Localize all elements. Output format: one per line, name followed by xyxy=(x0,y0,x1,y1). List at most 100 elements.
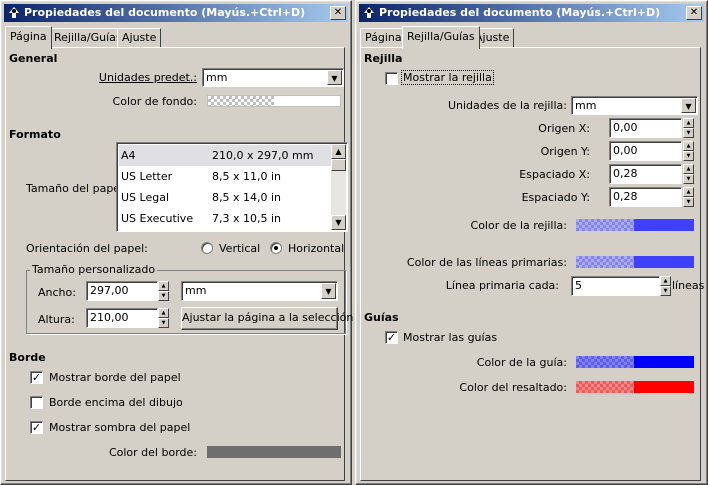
border-color-button[interactable] xyxy=(207,446,341,458)
spin-up-icon[interactable]: ▲ xyxy=(158,308,169,318)
show-shadow-label: Mostrar sombra del papel xyxy=(49,421,191,434)
tab-page[interactable]: Página xyxy=(5,26,52,49)
fit-page-to-selection-button[interactable]: Ajustar la página a la selección xyxy=(181,307,353,330)
list-item[interactable]: A4 210,0 x 297,0 mm xyxy=(119,145,331,166)
grid-units-dropdown[interactable]: mm ▼ xyxy=(571,96,698,115)
default-units-dropdown[interactable]: mm ▼ xyxy=(202,68,344,87)
height-label: Altura: xyxy=(38,313,75,326)
list-item[interactable]: US Executive 7,3 x 10,5 in xyxy=(119,208,331,229)
spacing-x-input[interactable]: 0,28 xyxy=(609,164,682,184)
custom-units-dropdown[interactable]: mm ▼ xyxy=(181,281,338,301)
spacing-y-spinner[interactable]: ▲ ▼ xyxy=(683,187,694,207)
show-border-checkbox[interactable]: ✓ xyxy=(30,371,43,384)
spin-up-icon[interactable]: ▲ xyxy=(683,164,694,174)
grid-color-button[interactable] xyxy=(576,219,694,231)
spin-down-icon[interactable]: ▼ xyxy=(683,174,694,184)
height-spinner[interactable]: ▲ ▼ xyxy=(158,308,169,328)
grid-heading: Rejilla xyxy=(364,52,403,65)
orientation-label: Orientación del papel: xyxy=(26,242,148,255)
list-item[interactable]: US Legal 8,5 x 14,0 in xyxy=(119,187,331,208)
major-grid-color-button[interactable] xyxy=(576,256,694,268)
spacing-y-input[interactable]: 0,28 xyxy=(609,187,682,207)
major-every-label: Línea primaria cada: xyxy=(445,279,559,292)
highlight-color-button[interactable] xyxy=(576,381,694,393)
tab-snap[interactable]: Ajuste xyxy=(117,28,162,48)
paper-list-scrollbar[interactable]: ▲ ▼ xyxy=(331,144,346,230)
page-tab-panel: General Unidades predet.: mm ▼ Color de … xyxy=(5,47,353,481)
spin-up-icon[interactable]: ▲ xyxy=(683,118,694,128)
spin-down-icon[interactable]: ▼ xyxy=(158,291,169,301)
spin-up-icon[interactable]: ▲ xyxy=(158,281,169,291)
inkscape-icon xyxy=(364,7,374,18)
guide-color-button[interactable] xyxy=(576,356,694,368)
title-bar[interactable]: Propiedades del documento (Mayús.+Ctrl+D… xyxy=(359,4,704,22)
scroll-down-icon[interactable]: ▼ xyxy=(331,215,346,230)
close-button[interactable]: ✕ xyxy=(686,6,702,20)
spin-up-icon[interactable]: ▲ xyxy=(660,276,671,286)
spacing-x-spinner[interactable]: ▲ ▼ xyxy=(683,164,694,184)
major-every-input[interactable]: 5 xyxy=(571,276,660,296)
spin-down-icon[interactable]: ▼ xyxy=(683,151,694,161)
default-units-value: mm xyxy=(206,71,228,84)
border-on-top-label: Borde encima del dibujo xyxy=(49,396,183,409)
grid-units-label: Unidades de la rejilla: xyxy=(447,99,567,112)
show-grid-checkbox[interactable] xyxy=(385,72,398,85)
list-item[interactable]: US Letter 8,5 x 11,0 in xyxy=(119,166,331,187)
tab-page[interactable]: Página xyxy=(360,28,407,48)
width-input[interactable]: 297,00 xyxy=(86,281,158,301)
spin-up-icon[interactable]: ▲ xyxy=(683,187,694,197)
spin-up-icon[interactable]: ▲ xyxy=(683,141,694,151)
border-on-top-checkbox[interactable] xyxy=(30,396,43,409)
orientation-vertical-radio[interactable] xyxy=(201,242,213,254)
show-grid-label: Mostrar la rejilla xyxy=(401,70,494,85)
show-guides-checkbox[interactable]: ✓ xyxy=(385,331,398,344)
orientation-horizontal-radio[interactable] xyxy=(270,242,282,254)
major-every-spinner[interactable]: ▲ ▼ xyxy=(660,276,671,296)
origin-x-label: Origen X: xyxy=(538,122,590,135)
orientation-horizontal-label: Horizontal xyxy=(288,242,345,255)
border-heading: Borde xyxy=(9,351,46,364)
close-icon: ✕ xyxy=(333,7,343,18)
origin-x-spinner[interactable]: ▲ ▼ xyxy=(683,118,694,138)
tab-grid-guides[interactable]: Rejilla/Guías xyxy=(402,26,480,49)
spin-down-icon[interactable]: ▼ xyxy=(660,286,671,296)
width-spinner[interactable]: ▲ ▼ xyxy=(158,281,169,301)
spacing-y-label: Espaciado Y: xyxy=(521,191,590,204)
show-border-label: Mostrar borde del papel xyxy=(49,371,181,384)
scrollbar-thumb[interactable] xyxy=(331,159,346,171)
transparency-checker xyxy=(576,219,634,231)
transparency-checker xyxy=(576,256,634,268)
origin-y-label: Origen Y: xyxy=(540,145,590,158)
origin-y-spinner[interactable]: ▲ ▼ xyxy=(683,141,694,161)
background-color-button[interactable] xyxy=(207,95,341,107)
default-units-label: Unidades predet.: xyxy=(98,71,197,84)
scroll-up-icon[interactable]: ▲ xyxy=(331,144,346,159)
origin-y-input[interactable]: 0,00 xyxy=(609,141,682,161)
tab-grid-guides[interactable]: Rejilla/Guías xyxy=(49,28,127,48)
major-every-unit: líneas xyxy=(672,279,705,292)
spin-down-icon[interactable]: ▼ xyxy=(158,318,169,328)
custom-units-value: mm xyxy=(185,284,207,297)
custom-size-label: Tamaño personalizado xyxy=(30,263,158,276)
width-label: Ancho: xyxy=(38,286,76,299)
guide-color-label: Color de la guía: xyxy=(476,356,567,369)
show-shadow-checkbox[interactable]: ✓ xyxy=(30,421,43,434)
height-input[interactable]: 210,00 xyxy=(86,308,158,328)
close-button[interactable]: ✕ xyxy=(330,6,346,20)
window-title: Propiedades del documento (Mayús.+Ctrl+D… xyxy=(24,6,306,19)
spin-down-icon[interactable]: ▼ xyxy=(683,197,694,207)
paper-size-list[interactable]: A4 210,0 x 297,0 mm US Letter 8,5 x 11,0 i… xyxy=(116,142,348,232)
chevron-down-icon: ▼ xyxy=(681,98,696,113)
major-color-label: Color de las líneas primarias: xyxy=(406,256,567,269)
grid-color-label: Color de la rejilla: xyxy=(470,219,567,232)
transparency-checker xyxy=(576,356,634,368)
inkscape-icon xyxy=(9,7,19,18)
highlight-color-label: Color del resaltado: xyxy=(459,381,567,394)
show-guides-label: Mostrar las guías xyxy=(403,331,498,344)
spin-down-icon[interactable]: ▼ xyxy=(683,128,694,138)
window-title: Propiedades del documento (Mayús.+Ctrl+D… xyxy=(379,6,661,19)
document-properties-window-left: Propiedades del documento (Mayús.+Ctrl+D… xyxy=(0,0,353,485)
title-bar[interactable]: Propiedades del documento (Mayús.+Ctrl+D… xyxy=(4,4,348,22)
close-icon: ✕ xyxy=(689,7,699,18)
origin-x-input[interactable]: 0,00 xyxy=(609,118,682,138)
